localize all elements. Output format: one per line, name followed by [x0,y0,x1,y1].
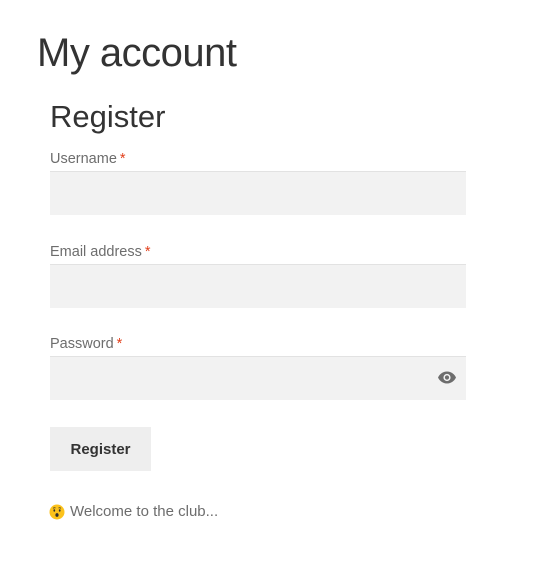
password-label-text: Password [50,336,114,352]
email-label-text: Email address [50,244,142,260]
password-field[interactable] [50,356,466,400]
page-title: My account [37,31,237,75]
my-account-page: My account Register Username * Email addr… [0,0,533,577]
required-marker: * [119,151,126,167]
welcome-text: Welcome to the club... [70,503,219,520]
email-label: Email address * [50,243,151,261]
required-marker: * [144,244,151,260]
hushed-face-icon [49,504,65,520]
welcome-message: Welcome to the club... [49,502,218,522]
required-marker: * [116,336,123,352]
hushed-face-icon-glyph [49,504,65,520]
eye-icon-glyph [438,371,456,384]
username-field[interactable] [50,171,466,215]
eye-icon[interactable] [437,369,457,386]
username-label-text: Username [50,151,117,167]
register-button[interactable]: Register [50,427,151,471]
email-field[interactable] [50,264,466,308]
username-label: Username * [50,150,126,168]
register-heading: Register [50,99,166,134]
password-label: Password * [50,335,122,353]
